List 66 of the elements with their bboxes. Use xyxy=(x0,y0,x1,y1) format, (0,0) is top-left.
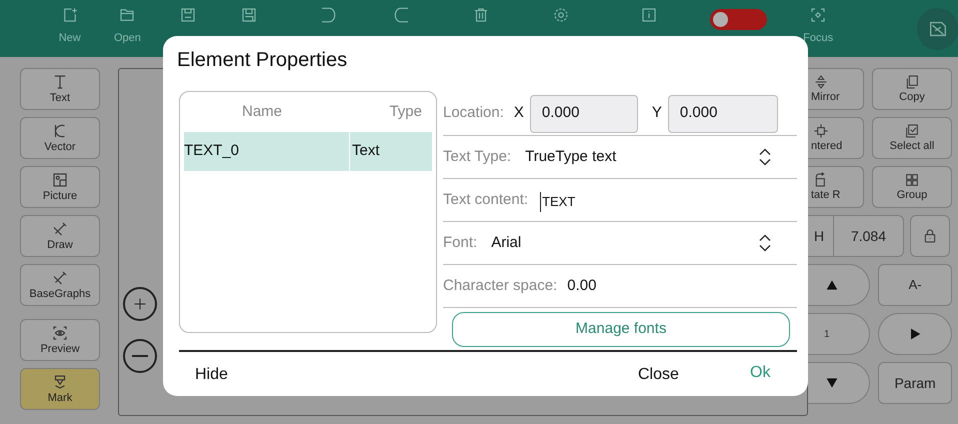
laser-button[interactable] xyxy=(917,8,958,50)
font-value: Arial xyxy=(491,232,522,253)
table-cell: TEXT_0 xyxy=(184,132,350,171)
tool-button[interactable]: Vector xyxy=(20,117,100,159)
select-all-icon xyxy=(904,123,920,139)
size-value: 7.084 xyxy=(850,226,888,246)
tool-button[interactable]: Mirror xyxy=(808,68,864,110)
lock-icon xyxy=(922,228,938,244)
manage-fonts-button[interactable]: Manage fonts xyxy=(452,312,790,347)
save-as-icon xyxy=(240,6,258,24)
lock-button[interactable] xyxy=(910,215,950,257)
pencil-ruler-icon xyxy=(51,220,69,238)
tool-button[interactable]: Mark xyxy=(20,368,100,410)
table-cell-text: Text xyxy=(351,141,380,162)
copy-icon xyxy=(904,74,920,90)
text-type-value: TrueType text xyxy=(525,146,618,167)
flip-icon xyxy=(813,74,829,90)
step-field[interactable]: 1 xyxy=(808,313,870,355)
tool-button[interactable]: Draw xyxy=(20,215,100,257)
tool-button[interactable]: tate R xyxy=(808,166,864,208)
location-label: Location: xyxy=(443,103,504,124)
text-content-field[interactable]: TEXT xyxy=(540,192,576,212)
tool-button[interactable]: Copy xyxy=(872,68,952,110)
settings-icon xyxy=(552,6,570,24)
x-label: X xyxy=(514,103,524,124)
text-type-select[interactable]: Text Type: TrueType text xyxy=(443,136,797,179)
tool-button[interactable]: Picture xyxy=(20,166,100,208)
toggle-switch[interactable] xyxy=(710,9,768,30)
pencil-ruler-icon xyxy=(51,269,69,287)
minus-icon xyxy=(132,355,148,357)
group-icon xyxy=(904,172,920,188)
tool-button[interactable]: ntered xyxy=(808,117,864,159)
tool-button[interactable]: Select all xyxy=(872,117,952,159)
font-select[interactable]: Font: Arial xyxy=(443,222,797,265)
info-icon xyxy=(640,6,658,24)
text-content-label: Text content: xyxy=(443,190,528,210)
zoom-out-button[interactable] xyxy=(123,339,157,373)
dialog-title: Element Properties xyxy=(177,48,348,73)
y-input[interactable]: 0.000 xyxy=(668,94,778,132)
tool-button[interactable]: Group xyxy=(872,166,952,208)
save-icon xyxy=(179,6,198,24)
y-label: Y xyxy=(652,103,662,124)
focus-icon xyxy=(809,6,828,24)
hide-button[interactable]: Hide xyxy=(193,363,230,387)
x-input[interactable]: 0.000 xyxy=(530,94,638,132)
column-header[interactable]: Type xyxy=(350,100,436,124)
param-button[interactable]: Param xyxy=(878,362,952,404)
list-row[interactable]: TEXT_0 Text xyxy=(184,132,432,171)
text-type-label: Text Type: xyxy=(443,146,512,167)
zoom-in-button[interactable] xyxy=(123,287,157,321)
picture-icon xyxy=(51,171,69,189)
tool-button[interactable]: Text xyxy=(20,68,100,110)
character-space-value: 0.00 xyxy=(567,276,596,296)
eye-icon xyxy=(51,324,69,342)
close-button[interactable]: Close xyxy=(636,363,681,387)
plus-icon xyxy=(132,296,148,312)
tool-button[interactable]: BaseGraphs xyxy=(20,264,100,306)
folder-icon xyxy=(118,6,136,24)
ok-button[interactable]: Ok xyxy=(748,361,772,385)
column-header[interactable]: Name xyxy=(180,100,350,124)
character-space-label: Character space: xyxy=(443,276,558,296)
font-smaller-button[interactable]: A- xyxy=(878,264,952,306)
font-label: Font: xyxy=(443,232,478,253)
crosshair-icon xyxy=(813,123,829,139)
tool-button[interactable]: Preview xyxy=(20,319,100,361)
size-field[interactable]: H 7.084 xyxy=(808,215,904,257)
